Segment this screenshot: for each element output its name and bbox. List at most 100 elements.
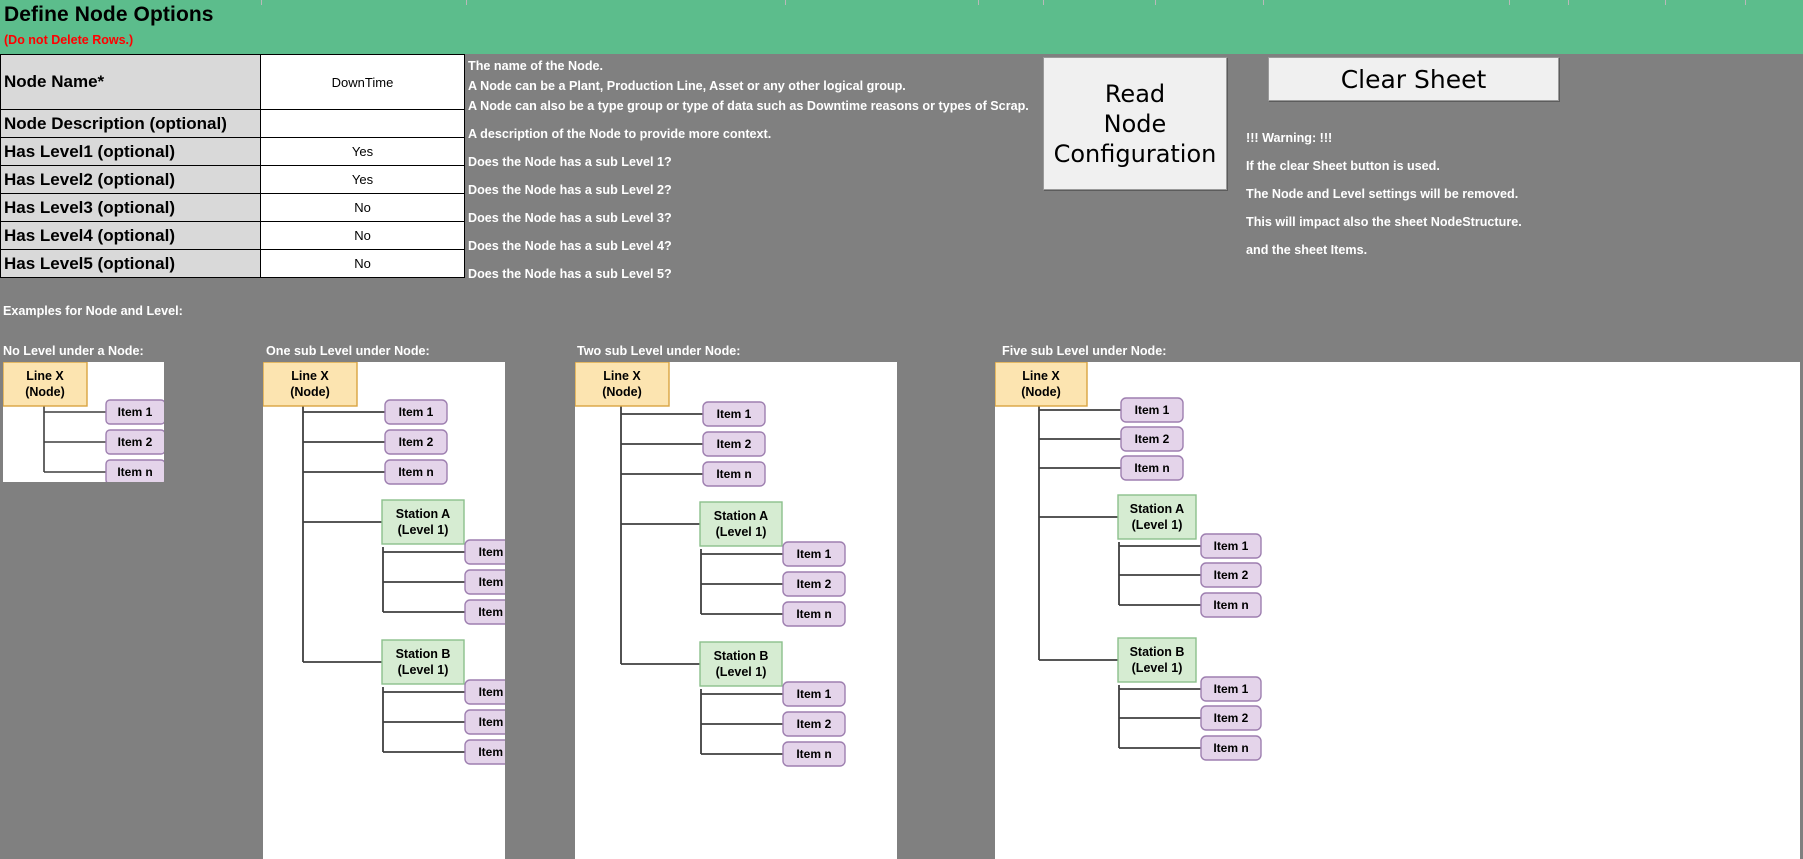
- row-label-has-level5: Has Level5 (optional): [0, 250, 261, 278]
- row-label-has-level4: Has Level4 (optional): [0, 222, 261, 250]
- read-button-line-2: Node: [1054, 109, 1217, 139]
- item-box: Item 2: [703, 432, 765, 456]
- svg-text:Station A: Station A: [1130, 502, 1184, 516]
- item-box: Item n: [385, 460, 447, 484]
- svg-text:Item 2: Item 2: [118, 435, 153, 449]
- example-caption-no-level: No Level under a Node:: [3, 344, 144, 358]
- item-box: Item 2: [385, 430, 447, 454]
- item-box: Item 1: [1201, 534, 1261, 558]
- svg-text:Item n: Item n: [716, 467, 751, 481]
- description-level3: Does the Node has a sub Level 3?: [468, 208, 672, 228]
- svg-text:Item n: Item n: [478, 745, 505, 759]
- connector-lines: [621, 406, 784, 754]
- diagram-no-level: Line X (Node) Item 1 Item 2 Item n: [3, 362, 164, 482]
- item-box: Item n: [783, 742, 845, 766]
- level-box-station-b: Station B (Level 1): [382, 640, 464, 684]
- row-value-node-name[interactable]: DownTime: [261, 54, 465, 110]
- description-level1: Does the Node has a sub Level 1?: [468, 152, 672, 172]
- warning-line-2: If the clear Sheet button is used.: [1246, 152, 1696, 180]
- svg-text:(Level 1): (Level 1): [1132, 518, 1183, 532]
- sheet-banner: Define Node Options (Do not Delete Rows.…: [0, 0, 1803, 54]
- row-value-has-level1[interactable]: Yes: [261, 138, 465, 166]
- row-value-has-level2[interactable]: Yes: [261, 166, 465, 194]
- item-box: Item 1: [465, 540, 505, 564]
- item-box: Item n: [1121, 456, 1183, 480]
- svg-text:Station B: Station B: [1130, 645, 1185, 659]
- node-box-line-x: Line X (Node): [3, 362, 87, 406]
- svg-text:(Node): (Node): [25, 385, 65, 399]
- connector-lines: [303, 406, 466, 752]
- svg-text:Item 2: Item 2: [1214, 568, 1249, 582]
- svg-text:Item n: Item n: [117, 465, 152, 479]
- level-box-station-b: Station B (Level 1): [700, 642, 782, 686]
- read-node-configuration-button[interactable]: Read Node Configuration: [1043, 57, 1227, 190]
- diagram-two-sub-level: Line X (Node) Item 1 Item 2 Item n Stati…: [575, 362, 897, 859]
- svg-text:(Level 1): (Level 1): [716, 525, 767, 539]
- examples-heading: Examples for Node and Level:: [3, 304, 183, 318]
- table-row: Has Level1 (optional) Yes: [0, 138, 465, 166]
- item-box: Item n: [783, 602, 845, 626]
- svg-text:Item 2: Item 2: [399, 435, 434, 449]
- svg-text:Line X: Line X: [26, 369, 64, 383]
- svg-text:Station B: Station B: [714, 649, 769, 663]
- row-label-node-description: Node Description (optional): [0, 110, 261, 138]
- svg-text:(Level 1): (Level 1): [716, 665, 767, 679]
- svg-text:Item n: Item n: [796, 747, 831, 761]
- level-box-station-a: Station A (Level 1): [1118, 495, 1196, 539]
- warning-line-3: The Node and Level settings will be remo…: [1246, 180, 1696, 208]
- svg-text:Item 1: Item 1: [1135, 403, 1170, 417]
- svg-text:Item 2: Item 2: [717, 437, 752, 451]
- item-box: Item 1: [703, 402, 765, 426]
- svg-text:Item 2: Item 2: [1214, 711, 1249, 725]
- item-box: Item n: [1201, 736, 1261, 760]
- svg-text:(Level 1): (Level 1): [398, 663, 449, 677]
- description-level4: Does the Node has a sub Level 4?: [468, 236, 672, 256]
- svg-text:(Level 1): (Level 1): [1132, 661, 1183, 675]
- row-value-has-level4[interactable]: No: [261, 222, 465, 250]
- description-level2: Does the Node has a sub Level 2?: [468, 180, 672, 200]
- node-box-line-x: Line X (Node): [995, 362, 1087, 406]
- item-box: Item 2: [465, 710, 505, 734]
- svg-text:Item n: Item n: [398, 465, 433, 479]
- svg-text:Line X: Line X: [1022, 369, 1060, 383]
- svg-text:Item 2: Item 2: [797, 577, 832, 591]
- item-box: Item 1: [1201, 677, 1261, 701]
- node-box-line-x: Line X (Node): [263, 362, 357, 406]
- item-box: Item n: [465, 600, 505, 624]
- svg-text:Item 1: Item 1: [1214, 539, 1249, 553]
- level-box-station-a: Station A (Level 1): [382, 500, 464, 544]
- item-box: Item n: [465, 740, 505, 764]
- table-row: Node Description (optional): [0, 110, 465, 138]
- level-box-station-a: Station A (Level 1): [700, 502, 782, 546]
- item-box: Item 2: [1201, 563, 1261, 587]
- read-button-line-3: Configuration: [1054, 139, 1217, 169]
- svg-text:Item 1: Item 1: [118, 405, 153, 419]
- svg-text:Line X: Line X: [603, 369, 641, 383]
- svg-text:Item n: Item n: [1134, 461, 1169, 475]
- item-box: Item 1: [1121, 398, 1183, 422]
- item-box: Item 1: [465, 680, 505, 704]
- diagram-five-sub-level: Line X (Node) Item 1 Item 2 Item n Stati…: [995, 362, 1800, 859]
- table-row: Has Level5 (optional) No: [0, 250, 465, 278]
- svg-text:Item n: Item n: [1213, 598, 1248, 612]
- warning-line-1: !!! Warning: !!!: [1246, 124, 1696, 152]
- row-label-node-name: Node Name*: [0, 54, 261, 110]
- item-box: Item 1: [385, 400, 447, 424]
- row-value-node-description[interactable]: [261, 110, 465, 138]
- clear-sheet-button[interactable]: Clear Sheet: [1268, 57, 1559, 101]
- svg-text:Item 1: Item 1: [717, 407, 752, 421]
- item-box: Item 2: [106, 430, 164, 454]
- svg-text:Item 1: Item 1: [1214, 682, 1249, 696]
- svg-text:Item 2: Item 2: [1135, 432, 1170, 446]
- item-box: Item n: [106, 460, 164, 482]
- warning-line-5: and the sheet Items.: [1246, 236, 1696, 264]
- description-level5: Does the Node has a sub Level 5?: [468, 264, 672, 284]
- row-value-has-level5[interactable]: No: [261, 250, 465, 278]
- svg-text:Item 1: Item 1: [399, 405, 434, 419]
- svg-text:(Node): (Node): [602, 385, 642, 399]
- svg-text:Station A: Station A: [714, 509, 768, 523]
- row-value-has-level3[interactable]: No: [261, 194, 465, 222]
- item-box: Item 2: [465, 570, 505, 594]
- read-button-line-1: Read: [1054, 79, 1217, 109]
- diagram-one-sub-level: Line X (Node) Item 1 Item 2 Item n Stati…: [263, 362, 505, 859]
